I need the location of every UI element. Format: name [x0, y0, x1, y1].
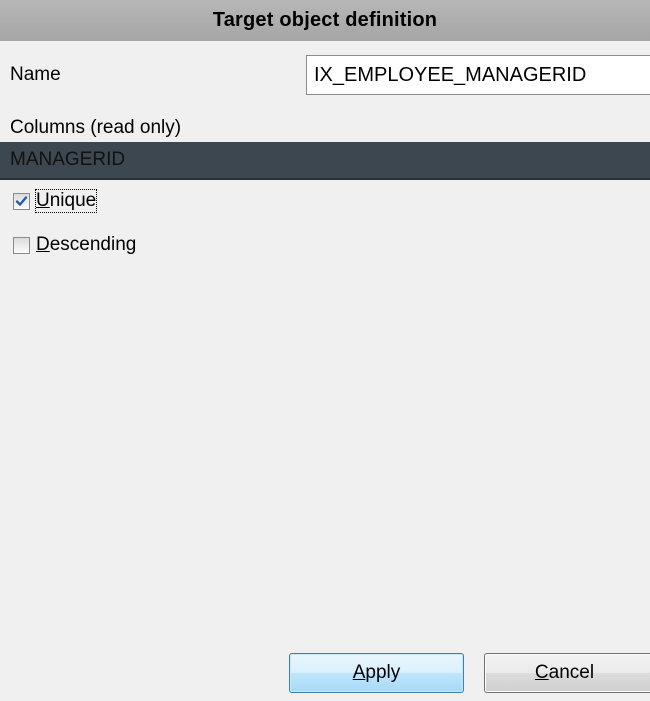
checkmark-icon	[15, 195, 28, 206]
column-item-managerid: MANAGERID	[10, 149, 126, 170]
descending-label-rest: escending	[49, 234, 137, 255]
target-object-definition-panel: Target object definition Name Columns (r…	[0, 0, 650, 701]
unique-label-rest: nique	[49, 190, 97, 211]
apply-label-rest: pply	[365, 662, 401, 683]
cancel-label-rest: ancel	[548, 662, 595, 683]
descending-option[interactable]: Descending	[13, 234, 136, 256]
name-input[interactable]	[306, 55, 650, 95]
panel-title: Target object definition	[212, 9, 438, 31]
name-label: Name	[10, 64, 61, 85]
unique-mnemonic: U	[36, 190, 50, 211]
unique-label: Unique	[34, 189, 98, 213]
columns-list[interactable]: MANAGERID	[0, 142, 650, 180]
unique-option[interactable]: Unique	[13, 189, 98, 213]
cancel-button[interactable]: Cancel	[484, 653, 650, 693]
cancel-mnemonic: C	[534, 662, 549, 683]
descending-checkbox[interactable]	[13, 236, 30, 254]
columns-label: Columns (read only)	[10, 117, 182, 138]
apply-mnemonic: A	[352, 662, 366, 683]
panel-header: Target object definition	[0, 0, 650, 41]
descending-label: Descending	[36, 234, 136, 256]
unique-checkbox[interactable]	[13, 192, 30, 210]
apply-button[interactable]: Apply	[289, 653, 464, 693]
descending-mnemonic: D	[36, 234, 50, 255]
